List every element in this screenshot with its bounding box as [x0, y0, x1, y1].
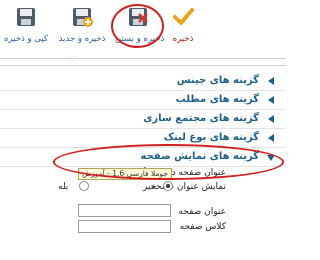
save-copy-label: کپی و ذخیره	[4, 34, 48, 44]
checkmark-icon	[173, 8, 194, 25]
save-button[interactable]: ذخیره	[165, 6, 201, 50]
collapse-arrow-icon	[268, 134, 274, 142]
save-copy-button[interactable]: کپی و ذخیره	[0, 6, 52, 50]
highlight-ellipse-panel	[53, 144, 284, 180]
collapse-arrow-icon	[268, 77, 274, 85]
save-new-label: ذخیره و جدید	[58, 34, 106, 44]
page-title-label: عنوان صفحه	[178, 207, 226, 217]
divider	[0, 65, 286, 66]
save-new-button[interactable]: ذخیره و جدید	[52, 6, 112, 50]
floppy-copy-icon	[17, 8, 35, 26]
page-class-input[interactable]	[78, 220, 171, 233]
panel-header-publishing[interactable]: گزینه های جینس	[0, 72, 286, 91]
save-label: ذخیره	[172, 34, 194, 44]
radio-no-label: خیر	[143, 182, 157, 192]
radio-yes[interactable]	[79, 181, 89, 191]
panel-title: گزینه های جینس	[176, 75, 259, 86]
page-class-label: کلاس صفحه	[179, 222, 226, 232]
panel-title: گزینه های مطلب	[175, 94, 259, 105]
floppy-plus-icon	[73, 8, 93, 27]
radio-yes-label: بله	[58, 182, 69, 192]
panel-header-integration[interactable]: گزینه های مجتمع سازی	[0, 110, 286, 129]
radio-no[interactable]	[163, 181, 173, 191]
collapse-arrow-icon	[268, 96, 274, 104]
panel-title: گزینه های مجتمع سازی	[143, 113, 259, 124]
highlight-ellipse-toolbar	[111, 4, 164, 48]
divider	[0, 58, 286, 59]
panel-header-article-options[interactable]: گزینه های مطلب	[0, 91, 286, 110]
panel-title: گزینه های بوع لینک	[163, 132, 259, 143]
page-title-input[interactable]	[78, 204, 171, 217]
toolbar: ذخیره ذخیره و بستن ذخیره و جدید کپی و ذخ…	[0, 0, 286, 56]
collapse-arrow-icon	[268, 115, 274, 123]
